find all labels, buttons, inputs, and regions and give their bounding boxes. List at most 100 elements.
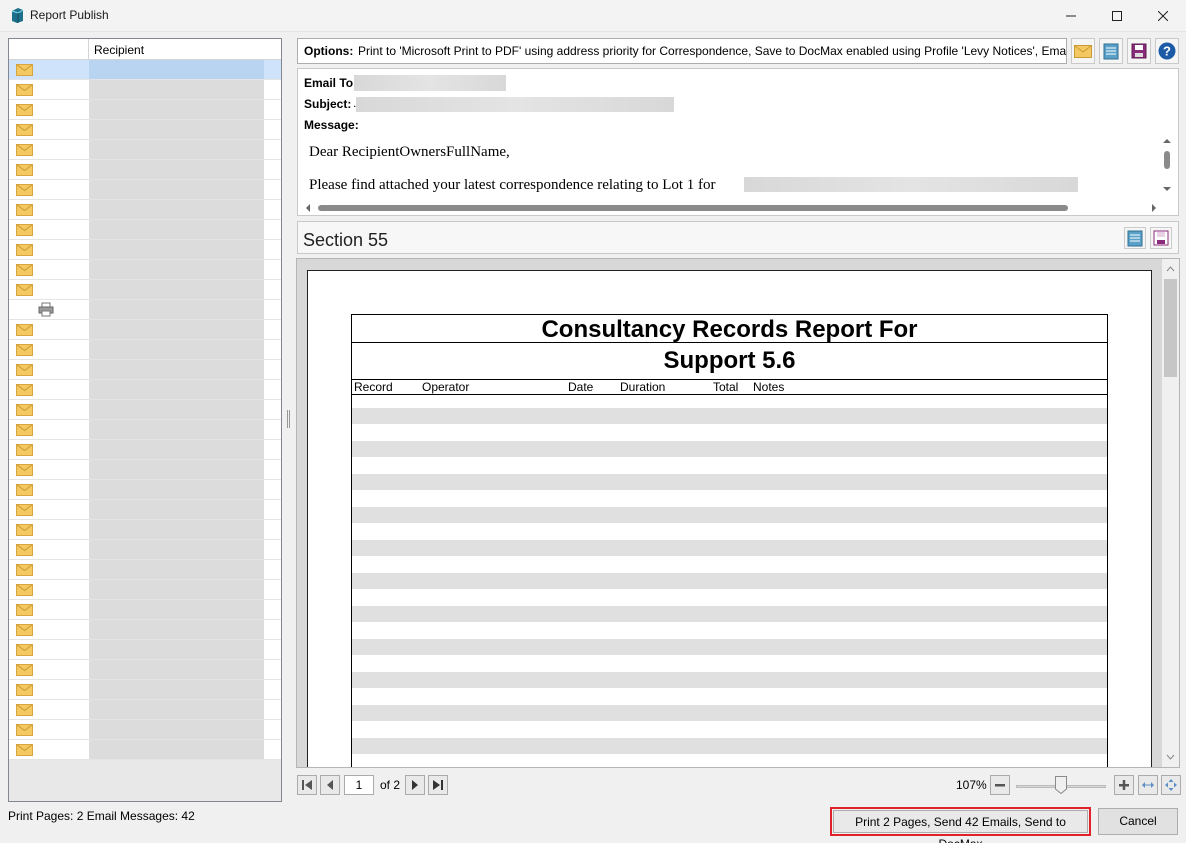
recipient-row[interactable] [9, 360, 281, 380]
recipient-row[interactable] [9, 660, 281, 680]
recipient-row[interactable] [9, 540, 281, 560]
recipient-type-cell [9, 280, 89, 299]
recipient-row[interactable] [9, 500, 281, 520]
recipient-row[interactable] [9, 520, 281, 540]
recipient-type-cell [9, 140, 89, 159]
window-title: Report Publish [30, 8, 109, 22]
recipient-name-redacted [89, 200, 264, 219]
cancel-button[interactable]: Cancel [1098, 808, 1178, 835]
email-options-button[interactable] [1071, 38, 1095, 64]
publish-summary: Print Pages: 2 Email Messages: 42 [8, 809, 195, 823]
envelope-icon [16, 84, 33, 96]
recipient-row[interactable] [9, 320, 281, 340]
recipient-row[interactable] [9, 420, 281, 440]
help-button[interactable]: ? [1155, 38, 1179, 64]
first-page-button[interactable] [297, 775, 317, 795]
recipient-row[interactable] [9, 440, 281, 460]
report-column-header: Duration [620, 380, 666, 394]
recipient-row[interactable] [9, 380, 281, 400]
recipient-row[interactable] [9, 120, 281, 140]
recipient-row[interactable] [9, 280, 281, 300]
recipient-type-cell [9, 680, 89, 699]
recipient-name-redacted [89, 140, 264, 159]
email-preview-panel[interactable]: Email To: Subject: . Message: Dear Recip… [297, 68, 1179, 216]
recipient-row[interactable] [9, 600, 281, 620]
recipient-extra-cell [264, 600, 281, 619]
recipient-row[interactable] [9, 560, 281, 580]
recipient-row[interactable] [9, 220, 281, 240]
message-horizontal-scrollbar[interactable] [304, 201, 1158, 215]
envelope-icon [16, 244, 33, 256]
recipient-extra-cell [264, 660, 281, 679]
save-options-button[interactable] [1127, 38, 1151, 64]
svg-text:?: ? [1163, 44, 1171, 59]
splitter-handle[interactable] [287, 410, 290, 428]
recipient-row[interactable] [9, 740, 281, 760]
recipient-row[interactable] [9, 80, 281, 100]
recipient-row[interactable] [9, 700, 281, 720]
zoom-out-button[interactable] [990, 775, 1010, 795]
recipient-row[interactable] [9, 300, 281, 320]
recipient-extra-cell [264, 140, 281, 159]
recipient-type-cell [9, 160, 89, 179]
zoom-in-button[interactable] [1114, 775, 1134, 795]
report-row-band [352, 408, 1107, 424]
last-page-button[interactable] [428, 775, 448, 795]
recipient-row[interactable] [9, 340, 281, 360]
zoom-slider-thumb[interactable] [1055, 776, 1067, 794]
recipient-name-redacted [89, 520, 264, 539]
recipient-row[interactable] [9, 720, 281, 740]
report-row-band [352, 738, 1107, 754]
recipient-name-redacted [89, 580, 264, 599]
close-button[interactable] [1140, 0, 1186, 32]
recipient-name-redacted [89, 360, 264, 379]
recipient-row[interactable] [9, 100, 281, 120]
recipient-row[interactable] [9, 460, 281, 480]
message-vertical-scrollbar[interactable] [1160, 137, 1174, 197]
recipient-row[interactable] [9, 200, 281, 220]
horizontal-scroll-icon [306, 204, 1156, 212]
envelope-icon [16, 584, 33, 596]
recipient-extra-cell [264, 540, 281, 559]
recipient-type-cell [9, 100, 89, 119]
recipient-row[interactable] [9, 640, 281, 660]
recipient-row[interactable] [9, 580, 281, 600]
minimize-button[interactable] [1048, 0, 1094, 32]
fit-page-button[interactable] [1161, 775, 1181, 795]
recipient-row[interactable] [9, 240, 281, 260]
maximize-button[interactable] [1094, 0, 1140, 32]
recipient-row[interactable] [9, 480, 281, 500]
section-docmax-button[interactable] [1124, 227, 1146, 249]
envelope-icon [16, 704, 33, 716]
grid-header-icon-column[interactable] [9, 39, 89, 59]
section-save-button[interactable] [1150, 227, 1172, 249]
page-number-input[interactable]: 1 [344, 775, 374, 795]
recipient-row[interactable] [9, 400, 281, 420]
report-row-band [352, 672, 1107, 688]
report-preview[interactable]: Consultancy Records Report For Support 5… [296, 258, 1180, 768]
recipient-row[interactable] [9, 160, 281, 180]
recipient-extra-cell [264, 100, 281, 119]
recipient-row[interactable] [9, 140, 281, 160]
recipient-name-redacted [89, 160, 264, 179]
recipient-row[interactable] [9, 680, 281, 700]
preview-vertical-scrollbar[interactable] [1162, 259, 1179, 767]
recipient-column-header[interactable]: Recipient [94, 43, 144, 57]
message-label: Message: [304, 118, 359, 132]
next-page-icon [412, 780, 418, 790]
recipient-row[interactable] [9, 60, 281, 80]
recipient-row[interactable] [9, 180, 281, 200]
recipient-row[interactable] [9, 260, 281, 280]
publish-action-button[interactable]: Print 2 Pages, Send 42 Emails, Send to D… [830, 807, 1091, 843]
recipient-grid[interactable]: Recipient [8, 38, 282, 802]
envelope-icon [16, 504, 33, 516]
recipient-row[interactable] [9, 620, 281, 640]
recipient-type-cell [9, 700, 89, 719]
docmax-options-button[interactable] [1099, 38, 1123, 64]
fit-width-button[interactable] [1138, 775, 1158, 795]
recipient-extra-cell [264, 740, 281, 759]
next-page-button[interactable] [405, 775, 425, 795]
section-header: Section 55 [297, 221, 1179, 254]
previous-page-button[interactable] [320, 775, 340, 795]
envelope-icon [16, 524, 33, 536]
